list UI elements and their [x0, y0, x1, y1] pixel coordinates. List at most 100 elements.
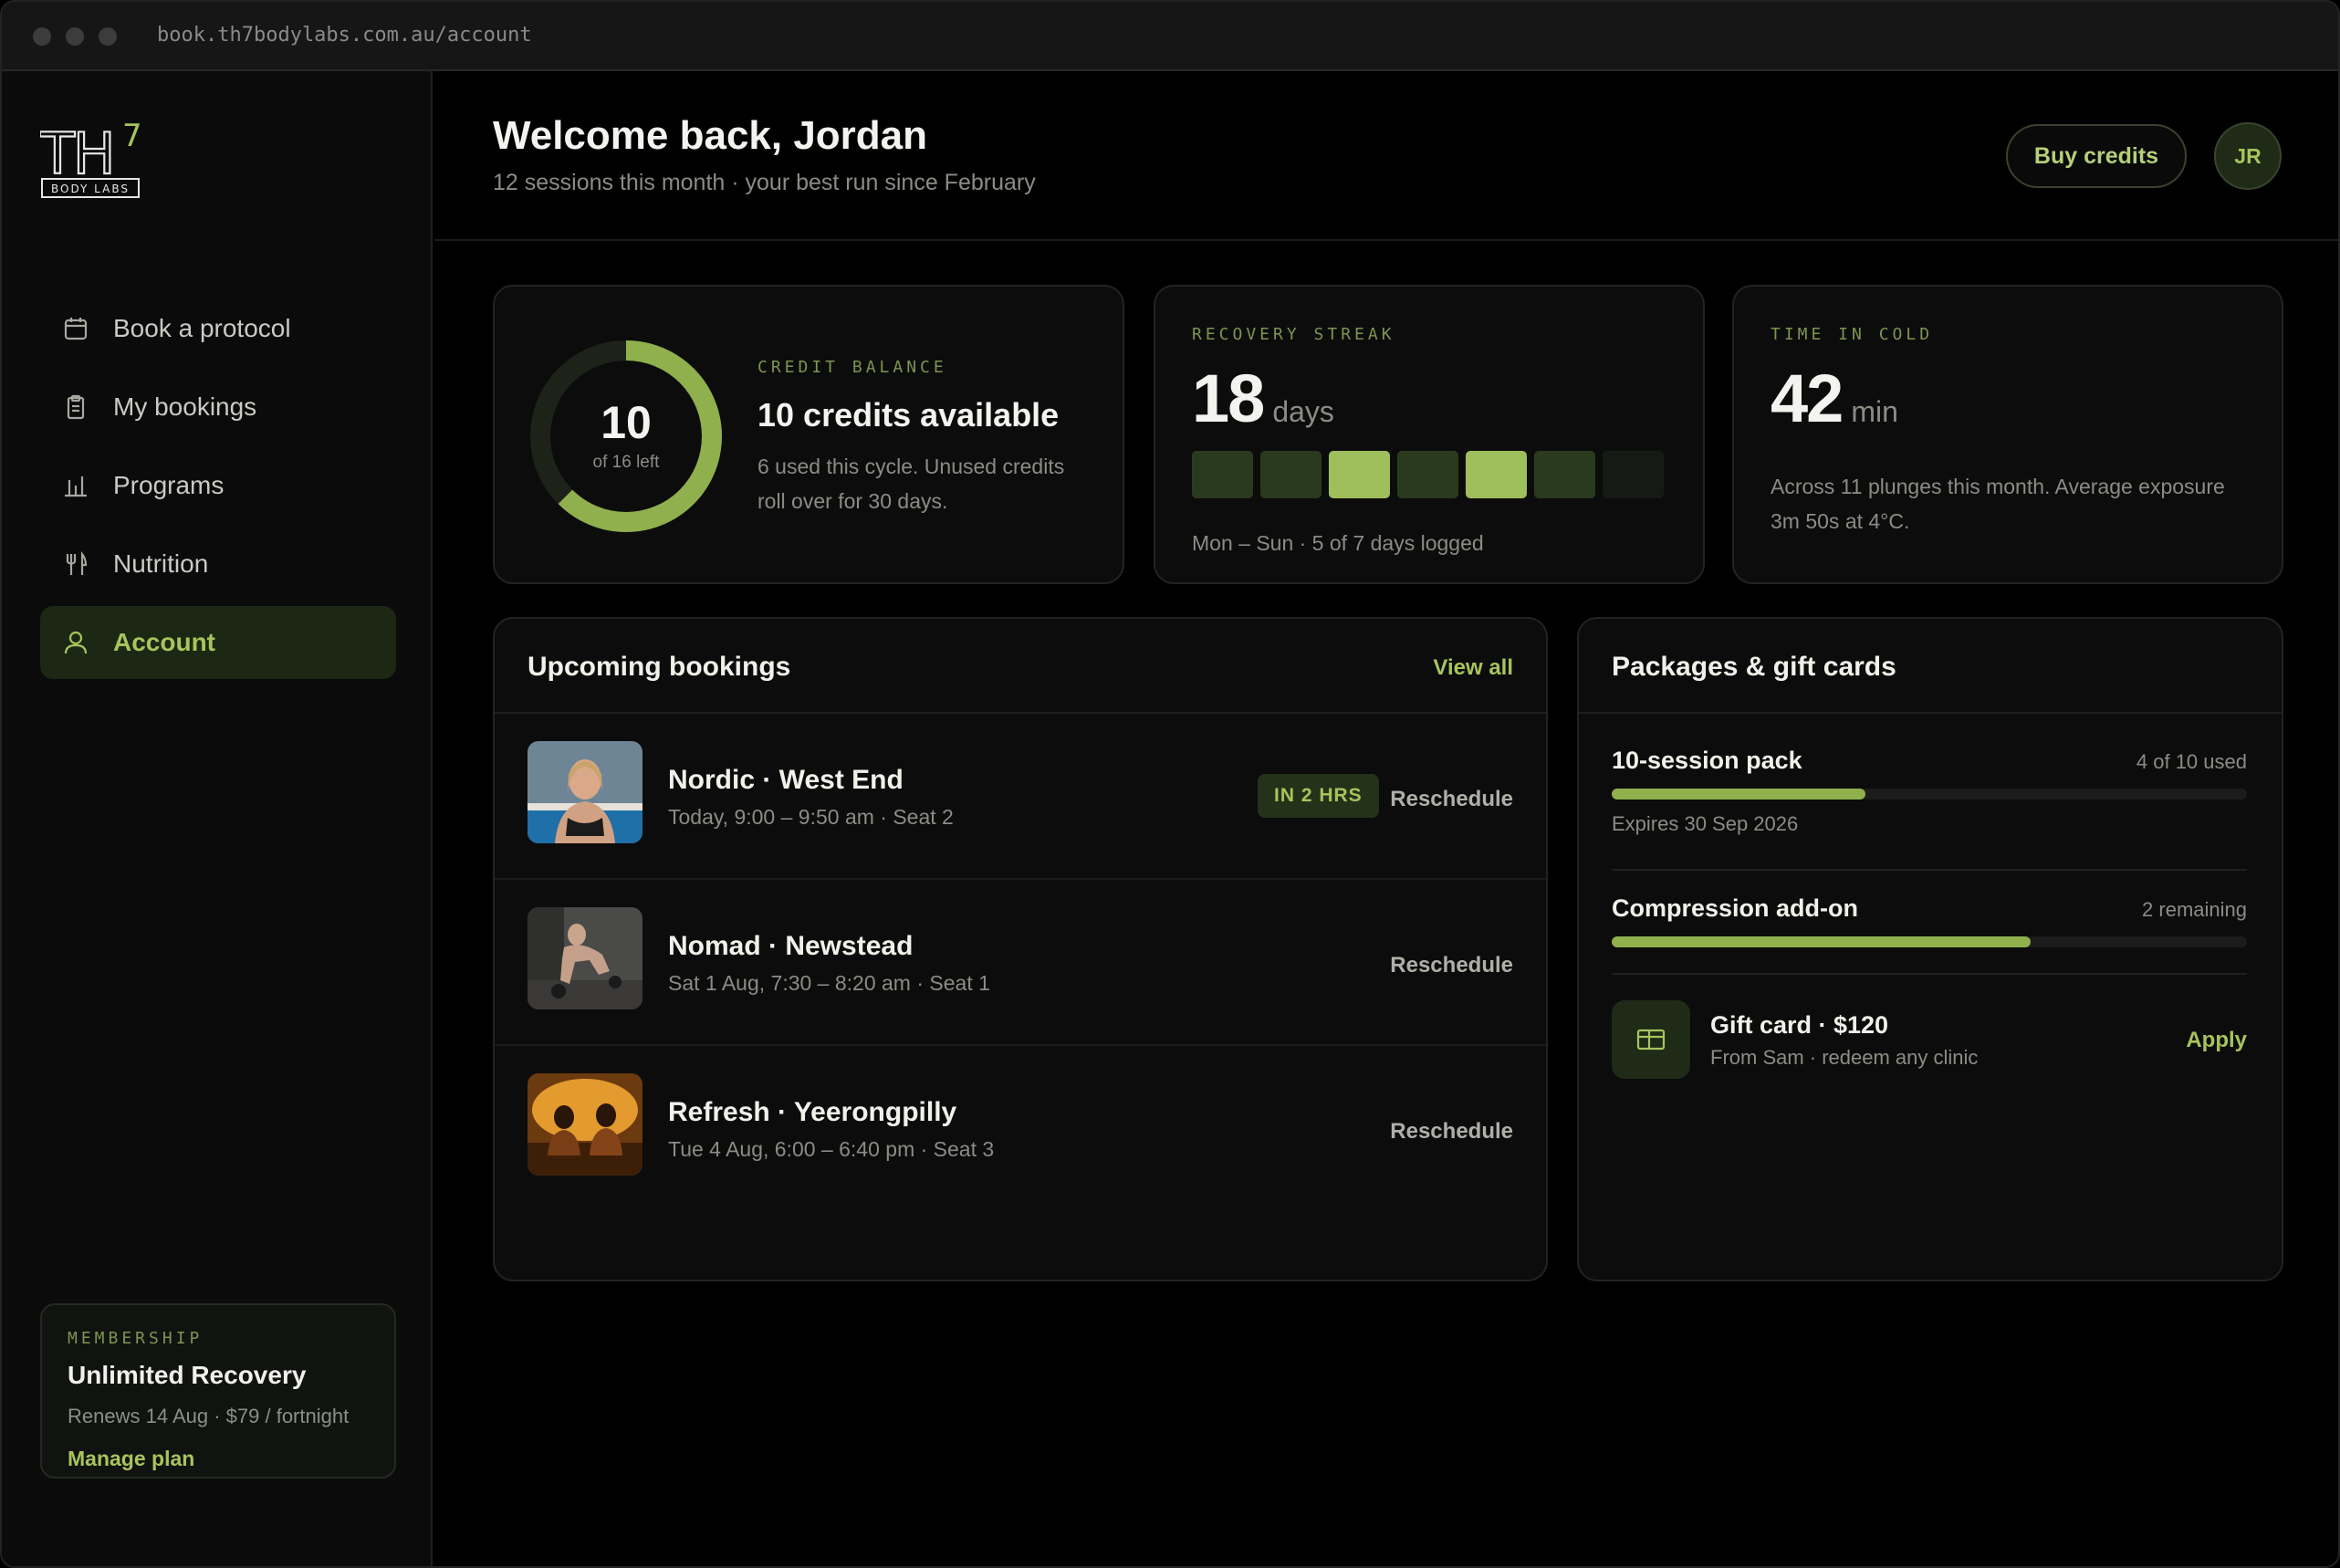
window-maximize-button[interactable]: [99, 27, 117, 46]
calendar-icon: [62, 315, 89, 342]
booking-row[interactable]: Nomad · Newstead Sat 1 Aug, 7:30 – 8:20 …: [495, 880, 1546, 1046]
sidebar-item-label: Book a protocol: [113, 314, 291, 342]
streak-day-2: [1260, 451, 1321, 498]
packages-title: Packages & gift cards: [1612, 652, 1896, 682]
cold-description: Across 11 plunges this month. Average ex…: [1771, 475, 2225, 533]
credit-title: 10 credits available: [757, 396, 1060, 434]
browser-titlebar: book.th7bodylabs.com.au/account: [2, 2, 2338, 71]
booking-thumbnail: [528, 907, 642, 1009]
buy-credits-button[interactable]: Buy credits: [2006, 124, 2187, 188]
booking-title: Nomad · Newstead: [668, 931, 914, 961]
packages-header: Packages & gift cards: [1579, 619, 2282, 714]
booking-row[interactable]: Nordic · West End Today, 9:00 – 9:50 am …: [495, 714, 1546, 880]
svg-text:7: 7: [122, 119, 142, 154]
package-usage: 2 remaining: [2142, 898, 2247, 921]
gift-card-icon: [1612, 1000, 1690, 1079]
sidebar-item-label: My bookings: [113, 392, 257, 421]
time-in-cold-card: TIME IN COLD 42 min Across 11 plunges th…: [1732, 285, 2283, 584]
brand-logo[interactable]: TH 7 BODY LABS: [38, 118, 148, 199]
utensils-icon: [62, 550, 89, 578]
streak-days: [1192, 451, 1664, 498]
reschedule-button[interactable]: Reschedule: [1390, 787, 1513, 812]
sidebar-item-label: Account: [113, 628, 215, 656]
streak-day-6: [1534, 451, 1595, 498]
credit-eyebrow: CREDIT BALANCE: [757, 358, 947, 377]
streak-eyebrow: RECOVERY STREAK: [1192, 325, 1395, 344]
bookings-title: Upcoming bookings: [528, 652, 791, 682]
sidebar-item-book-a-protocol[interactable]: Book a protocol: [40, 292, 396, 365]
main-content: Welcome back, Jordan 12 sessions this mo…: [434, 71, 2338, 1566]
svg-text:TH: TH: [40, 120, 114, 187]
address-bar[interactable]: book.th7bodylabs.com.au/account: [157, 24, 532, 47]
credit-description: 6 used this cycle. Unused credits roll o…: [757, 455, 1065, 513]
divider: [1612, 869, 2247, 871]
booking-title: Nordic · West End: [668, 765, 904, 795]
package-item: 10-session pack 4 of 10 used Expires 30 …: [1612, 747, 2247, 835]
membership-renewal: Renews 14 Aug · $79 / fortnight: [68, 1405, 350, 1427]
membership-title: Unlimited Recovery: [68, 1361, 307, 1389]
membership-card: MEMBERSHIP Unlimited Recovery Renews 14 …: [40, 1303, 396, 1479]
package-progress: [1612, 936, 2247, 947]
sidebar-item-my-bookings[interactable]: My bookings: [40, 371, 396, 444]
streak-caption: Mon – Sun · 5 of 7 days logged: [1192, 531, 1484, 555]
booking-title: Refresh · Yeerongpilly: [668, 1097, 957, 1127]
cold-eyebrow: TIME IN COLD: [1771, 325, 1934, 344]
package-expiry: Expires 30 Sep 2026: [1612, 812, 1799, 835]
streak-day-1: [1192, 451, 1253, 498]
cold-value: 42: [1771, 361, 1844, 436]
credit-ring: 10 of 16 left: [529, 340, 723, 533]
package-usage: 4 of 10 used: [2136, 750, 2247, 773]
streak-unit: days: [1272, 395, 1334, 428]
user-icon: [62, 629, 89, 656]
upcoming-bookings-panel: Upcoming bookings View all Nordic · West…: [493, 617, 1548, 1281]
package-item: Compression add-on 2 remaining: [1612, 894, 2247, 947]
booking-details: Today, 9:00 – 9:50 am · Seat 2: [668, 805, 954, 829]
cold-unit: min: [1851, 395, 1898, 428]
page-header: Welcome back, Jordan 12 sessions this mo…: [434, 71, 2338, 241]
svg-text:BODY LABS: BODY LABS: [51, 183, 130, 195]
window-minimize-button[interactable]: [66, 27, 84, 46]
sidebar-item-label: Nutrition: [113, 549, 209, 578]
reschedule-button[interactable]: Reschedule: [1390, 953, 1513, 978]
booking-thumbnail: [528, 741, 642, 843]
booking-details: Sat 1 Aug, 7:30 – 8:20 am · Seat 1: [668, 971, 990, 995]
credit-ring-caption: of 16 left: [592, 453, 660, 472]
streak-day-7: [1603, 451, 1664, 498]
streak-value: 18: [1192, 361, 1265, 436]
booking-row[interactable]: Refresh · Yeerongpilly Tue 4 Aug, 6:00 –…: [495, 1046, 1546, 1212]
page-title: Welcome back, Jordan: [493, 113, 928, 158]
status-badge: IN 2 HRS: [1258, 774, 1379, 818]
apply-gift-card-button[interactable]: Apply: [2186, 1028, 2247, 1053]
page-subtitle: 12 sessions this month · your best run s…: [493, 170, 1036, 195]
sidebar-item-nutrition[interactable]: Nutrition: [40, 528, 396, 601]
streak-day-4: [1397, 451, 1458, 498]
sidebar-item-account[interactable]: Account: [40, 606, 396, 679]
bookings-header: Upcoming bookings View all: [495, 619, 1546, 714]
streak-day-3: [1329, 451, 1390, 498]
packages-panel: Packages & gift cards 10-session pack 4 …: [1577, 617, 2283, 1281]
package-progress: [1612, 789, 2247, 800]
gift-card-source: From Sam · redeem any clinic: [1710, 1046, 1979, 1069]
reschedule-button[interactable]: Reschedule: [1390, 1119, 1513, 1145]
package-progress-fill: [1612, 936, 2032, 947]
sidebar-item-programs[interactable]: Programs: [40, 449, 396, 522]
credit-balance-card: 10 of 16 left CREDIT BALANCE 10 credits …: [493, 285, 1124, 584]
gift-card-item: Gift card · $120 From Sam · redeem any c…: [1612, 1000, 2247, 1079]
app-window: book.th7bodylabs.com.au/account TH 7 BOD…: [0, 0, 2340, 1568]
membership-eyebrow: MEMBERSHIP: [68, 1329, 204, 1348]
booking-thumbnail: [528, 1073, 642, 1176]
manage-plan-link[interactable]: Manage plan: [68, 1447, 369, 1471]
sidebar-item-label: Programs: [113, 471, 225, 499]
window-close-button[interactable]: [33, 27, 51, 46]
streak-day-5: [1466, 451, 1527, 498]
package-progress-fill: [1612, 789, 1866, 800]
sidebar: TH 7 BODY LABS Book a protocol My bookin…: [2, 71, 433, 1566]
bar-chart-icon: [62, 472, 89, 499]
recovery-streak-card: RECOVERY STREAK 18 days Mon – Sun · 5 of…: [1154, 285, 1705, 584]
credit-ring-value: 10: [601, 397, 652, 448]
avatar[interactable]: JR: [2214, 122, 2282, 190]
divider: [1612, 973, 2247, 975]
view-all-link[interactable]: View all: [1433, 655, 1513, 681]
clipboard-icon: [62, 393, 89, 421]
booking-details: Tue 4 Aug, 6:00 – 6:40 pm · Seat 3: [668, 1137, 995, 1161]
